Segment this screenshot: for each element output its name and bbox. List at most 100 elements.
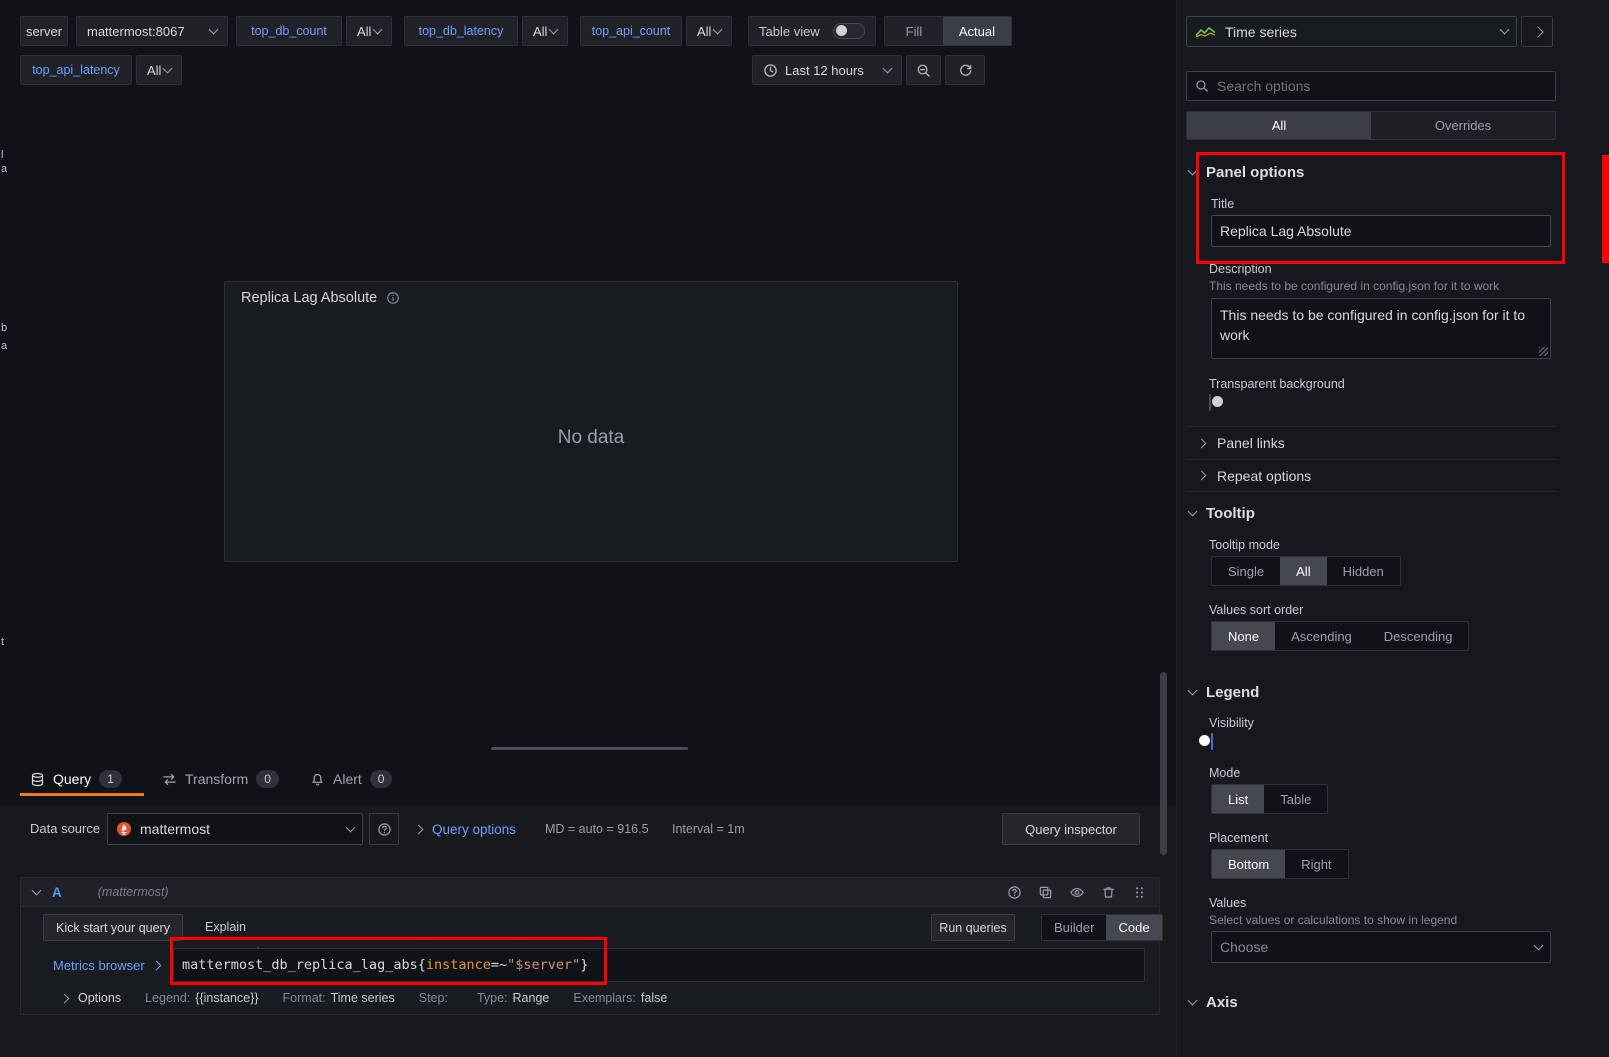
repeat-options-row[interactable]: Repeat options [1186, 459, 1556, 492]
query-help-icon[interactable] [1007, 885, 1022, 900]
variable-value-top-db-count[interactable]: All [346, 16, 392, 46]
variable-value-top-db-latency[interactable]: All [522, 16, 568, 46]
placement-bottom[interactable]: Bottom [1212, 850, 1285, 878]
option-key: Format: [283, 991, 326, 1005]
tab-overrides[interactable]: Overrides [1371, 112, 1555, 139]
values-sort-label: Values sort order [1209, 603, 1303, 617]
zoom-out-button[interactable] [906, 55, 941, 85]
delete-query-icon[interactable] [1101, 885, 1116, 900]
edge-text: t [1, 636, 4, 648]
option-key: Step: [419, 991, 448, 1005]
legend-mode-table[interactable]: Table [1264, 785, 1327, 813]
repeat-options-label: Repeat options [1217, 468, 1311, 484]
editor-mode-code[interactable]: Code [1106, 915, 1161, 940]
tab-alert[interactable]: Alert 0 [310, 766, 392, 792]
tab-label: Transform [185, 771, 248, 787]
variable-value-top-api-count[interactable]: All [686, 16, 732, 46]
chevron-down-icon [163, 63, 173, 73]
title-field-label: Title [1211, 197, 1234, 211]
legend-mode-group: List Table [1211, 784, 1328, 814]
run-queries-button[interactable]: Run queries [931, 914, 1015, 941]
placement-label: Placement [1209, 831, 1268, 845]
duplicate-query-icon[interactable] [1038, 885, 1053, 900]
editor-mode-builder[interactable]: Builder [1042, 915, 1106, 940]
sort-none[interactable]: None [1212, 622, 1275, 650]
legend-values-label: Values [1209, 896, 1246, 910]
query-inspector-button[interactable]: Query inspector [1002, 813, 1140, 845]
prometheus-icon [116, 821, 132, 837]
variable-value-server[interactable]: mattermost:8067 [76, 16, 228, 46]
query-options-toggle[interactable]: Query options [413, 813, 516, 845]
legend-values-select[interactable]: Choose [1211, 931, 1551, 963]
option-legend: Legend: {{instance}} [145, 991, 258, 1005]
size-mode-actual[interactable]: Actual [943, 17, 1011, 45]
query-options-collapse[interactable]: Options [59, 991, 121, 1005]
option-key: Exemplars: [573, 991, 636, 1005]
variable-label-text: top_api_count [592, 24, 671, 38]
chevron-down-icon [1188, 166, 1198, 176]
description-field[interactable]: This needs to be configured in config.js… [1211, 298, 1551, 359]
expr-close-brace: } [580, 957, 588, 973]
variable-value-top-api-latency[interactable]: All [136, 55, 182, 85]
tooltip-mode-single[interactable]: Single [1212, 557, 1280, 585]
transparent-bg-label: Transparent background [1209, 377, 1345, 391]
refresh-button[interactable] [945, 55, 985, 85]
section-axis[interactable]: Axis [1189, 994, 1238, 1011]
section-tooltip[interactable]: Tooltip [1189, 505, 1255, 522]
scrollbar-thumb[interactable] [1160, 672, 1167, 855]
metrics-browser-toggle[interactable]: Metrics browser [53, 948, 160, 982]
transparent-bg-toggle[interactable] [1209, 394, 1211, 411]
legend-mode-list[interactable]: List [1212, 785, 1264, 813]
chevron-right-icon [1197, 438, 1207, 448]
section-heading: Panel options [1206, 164, 1304, 181]
description-textarea[interactable]: This needs to be configured in config.js… [1211, 298, 1551, 359]
tab-label: Alert [333, 771, 362, 787]
query-row-header[interactable]: A (mattermost) [21, 878, 1159, 907]
time-range-picker[interactable]: Last 12 hours [752, 55, 902, 85]
datasource-help-button[interactable] [369, 813, 399, 845]
chevron-down-icon [1500, 25, 1510, 35]
search-options-box[interactable] [1186, 71, 1556, 101]
tooltip-mode-all[interactable]: All [1280, 557, 1326, 585]
size-mode-fill[interactable]: Fill [885, 17, 943, 45]
tooltip-mode-label: Tooltip mode [1209, 538, 1280, 552]
chevron-right-icon [414, 824, 424, 834]
panel-title-field[interactable] [1211, 215, 1551, 247]
query-expression-editor[interactable]: mattermost_db_replica_lag_abs{instance=~… [173, 948, 1145, 982]
panel-resize-handle[interactable] [491, 747, 688, 750]
collapse-chevron-icon[interactable] [32, 885, 42, 895]
section-heading: Axis [1206, 994, 1238, 1011]
section-panel-options[interactable]: Panel options [1189, 164, 1304, 181]
search-options-input[interactable] [1217, 72, 1547, 100]
description-helper: This needs to be configured in config.js… [1209, 279, 1499, 293]
legend-visibility-toggle[interactable] [1211, 733, 1213, 750]
bell-icon [310, 772, 325, 787]
toggle-visibility-icon[interactable] [1069, 885, 1085, 900]
datasource-name: mattermost [140, 821, 210, 837]
option-format: Format: Time series [283, 991, 395, 1005]
chevron-right-icon [60, 993, 70, 1003]
table-view-label: Table view [759, 24, 820, 39]
visualization-picker[interactable]: Time series [1186, 16, 1517, 47]
chevron-down-icon [209, 24, 219, 34]
datasource-picker[interactable]: mattermost [107, 813, 363, 845]
tab-transform[interactable]: Transform 0 [162, 766, 279, 792]
query-row-card: A (mattermost) Kick start your query Exp… [20, 877, 1160, 1015]
tooltip-mode-hidden[interactable]: Hidden [1327, 557, 1400, 585]
collapse-pane-button[interactable] [1521, 16, 1553, 47]
table-view-toggle[interactable] [833, 23, 865, 39]
kick-start-button[interactable]: Kick start your query [43, 914, 183, 941]
drag-handle-icon[interactable] [1132, 885, 1147, 900]
placement-right[interactable]: Right [1285, 850, 1347, 878]
panel-title-input[interactable] [1211, 215, 1551, 247]
variable-label-top-api-latency: top_api_latency [20, 55, 132, 85]
variable-value-text: All [533, 24, 547, 39]
info-icon[interactable] [386, 291, 400, 305]
tab-query[interactable]: Query 1 [30, 766, 122, 792]
tab-all[interactable]: All [1187, 112, 1371, 139]
active-tab-underline [20, 793, 144, 796]
sort-descending[interactable]: Descending [1368, 622, 1469, 650]
panel-links-row[interactable]: Panel links [1186, 426, 1556, 459]
sort-ascending[interactable]: Ascending [1275, 622, 1368, 650]
section-legend[interactable]: Legend [1189, 684, 1259, 701]
